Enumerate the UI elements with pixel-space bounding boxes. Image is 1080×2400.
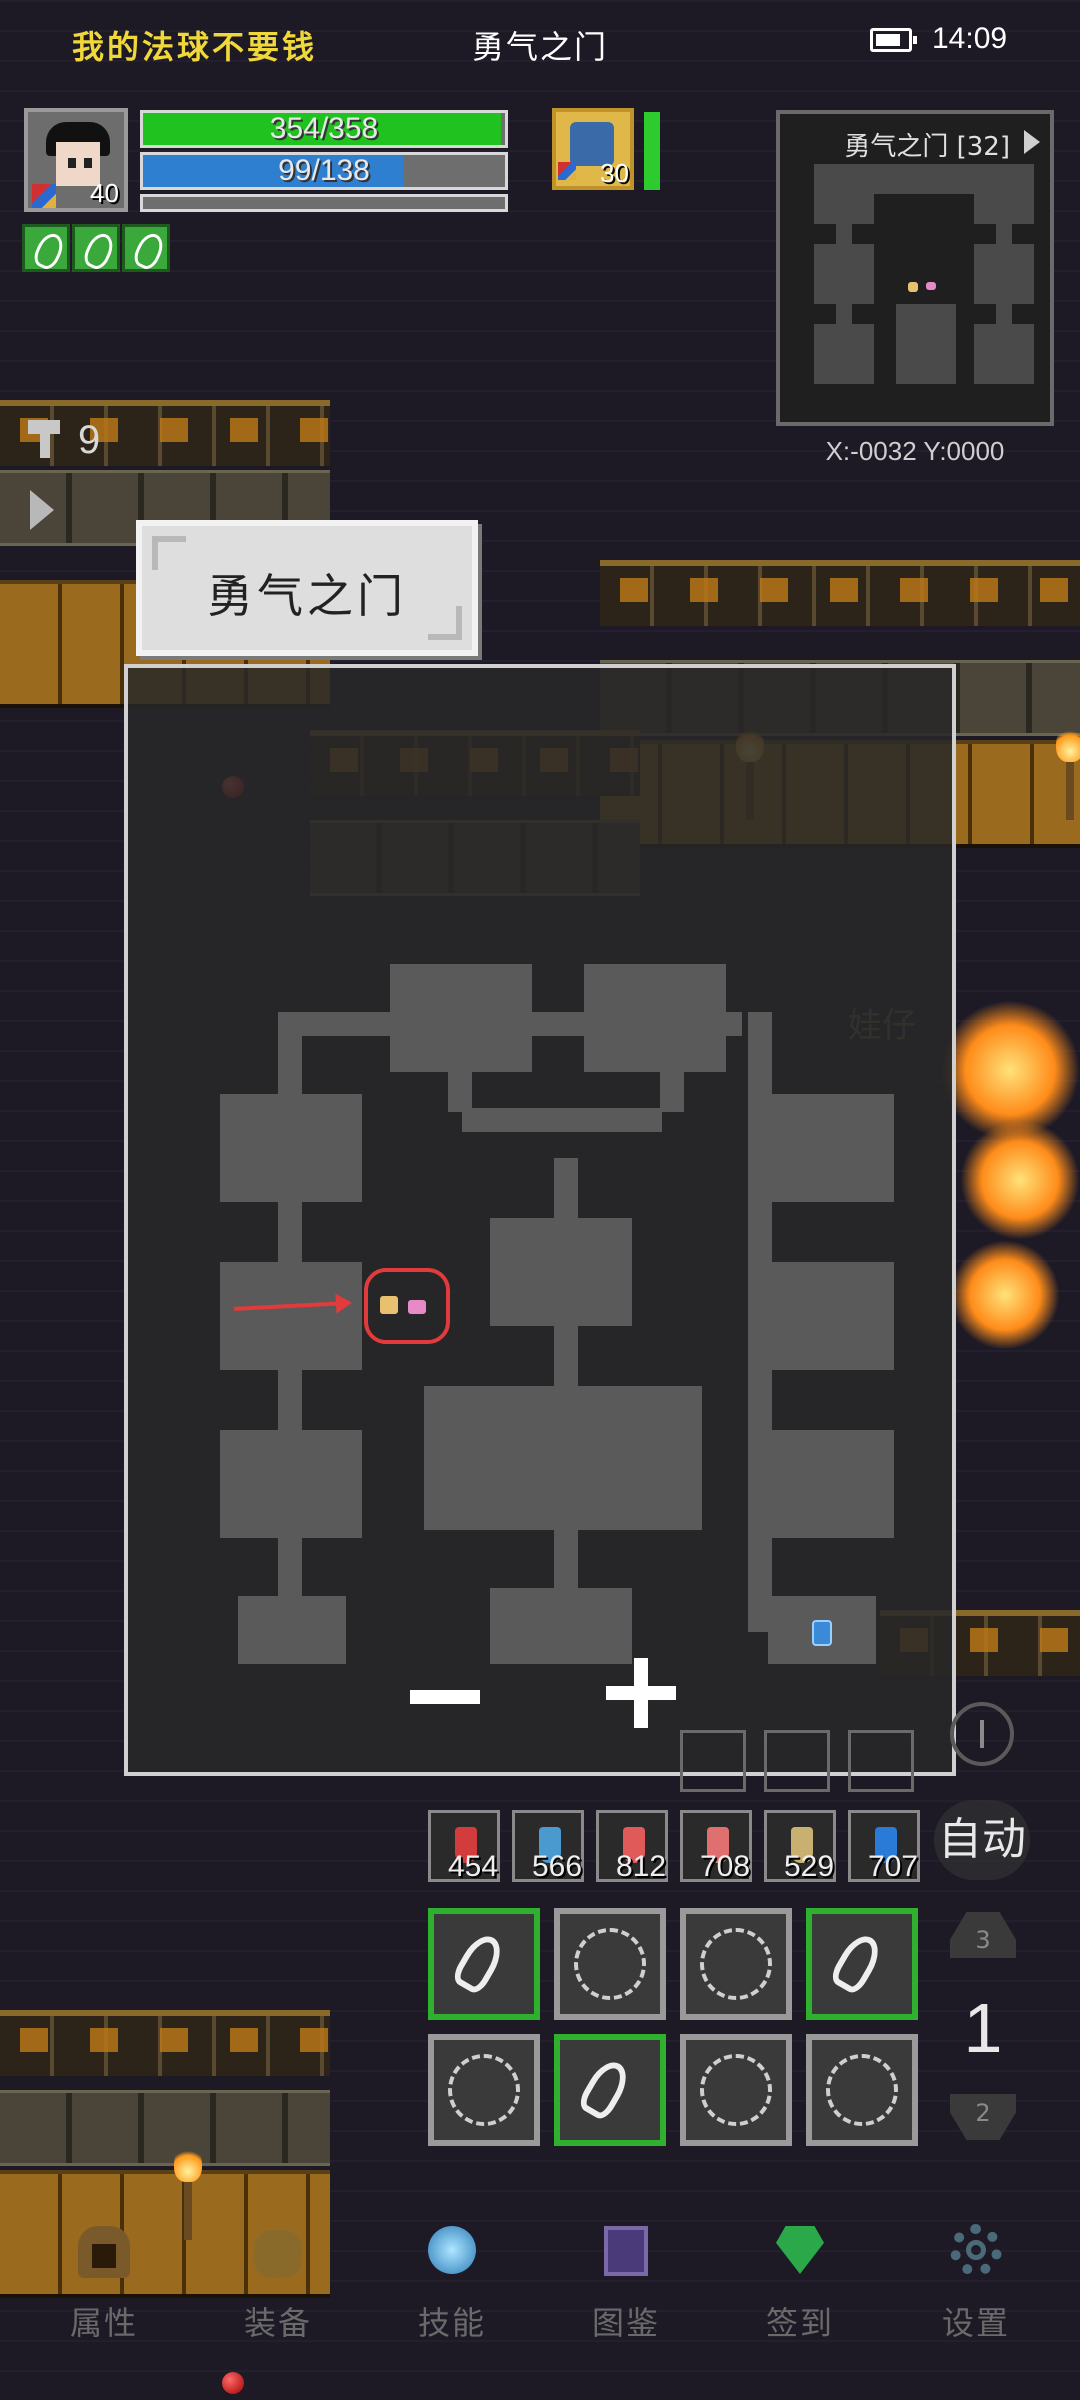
nav-label: 图鉴 [591,2304,660,2342]
nav-attributes[interactable]: 属性 [34,2220,174,2342]
empty-skill-icon [574,1928,646,2000]
minimap-expand-icon[interactable] [1024,130,1040,154]
minimap-title: 勇气之门 [32] [844,132,1010,162]
exp-bar [140,194,508,212]
gear-icon [942,2220,1010,2288]
item-count: 454 [448,1850,499,1883]
wing-slash-icon [575,2055,635,2123]
nav-codex[interactable]: 图鉴 [556,2220,696,2342]
skill-slot-7[interactable] [680,2034,792,2146]
hp-bar: 354/358 [140,110,508,148]
skill-slot-4[interactable] [806,1908,918,2020]
zoom-in-button[interactable] [606,1658,676,1728]
zoom-out-button[interactable] [410,1690,480,1704]
hp-text: 354/358 [269,112,379,145]
empty-quick-slot[interactable] [680,1730,746,1792]
empty-skill-icon [826,2054,898,2126]
skill-slot-1[interactable] [428,1908,540,2020]
empty-quick-slot[interactable] [764,1730,830,1792]
auto-button[interactable]: 自动 [934,1800,1030,1880]
pet-level: 30 [600,158,629,188]
empty-quick-slot[interactable] [848,1730,914,1792]
minimap-player-marker [908,282,918,292]
nav-equipment[interactable]: 装备 [208,2220,348,2342]
emerald-icon [766,2220,834,2288]
location-title: 勇气之门 [471,28,608,66]
skill-slot-8[interactable] [806,2034,918,2146]
empty-skill-icon [448,2054,520,2126]
status-bar: 我的法球不要钱 勇气之门 14:09 [0,0,1080,86]
player-location-highlight [364,1268,450,1344]
nav-label: 签到 [765,2304,834,2342]
pet-portrait[interactable]: 30 [552,108,634,190]
skill-slot-6[interactable] [554,2034,666,2146]
item-count: 529 [784,1850,835,1883]
battery-icon [870,28,917,52]
pet-wand-icon [558,162,576,180]
skill-slot-5[interactable] [428,2034,540,2146]
map-pet-marker [408,1300,426,1314]
portal-icon[interactable] [812,1620,832,1646]
pause-button[interactable] [950,1702,1014,1766]
wing-slash-icon [827,1929,887,1997]
player-level: 40 [90,178,119,208]
empty-skill-icon [700,1928,772,2000]
map-title-box: 勇气之门 [136,520,478,656]
key-count: 9 [78,418,101,462]
skill-slot-3[interactable] [680,1908,792,2020]
current-floor: 1 [963,1989,1003,2067]
crystal-orb-icon [418,2220,486,2288]
item-count: 708 [700,1850,751,1883]
clock: 14:09 [932,22,1008,55]
dungeon-map-panel[interactable] [124,664,956,1776]
nav-checkin[interactable]: 签到 [730,2220,870,2342]
nav-skills[interactable]: 技能 [382,2220,522,2342]
mp-text: 99/138 [278,154,370,187]
wand-icon [32,184,56,208]
leaf-buff-icon[interactable] [72,224,120,272]
side-expand-icon[interactable] [30,490,54,530]
nav-label: 技能 [417,2304,486,2342]
nav-label: 设置 [941,2304,1010,2342]
wing-buff-icon[interactable] [122,224,170,272]
player-portrait[interactable]: 40 [24,108,128,212]
nav-label: 属性 [69,2304,138,2342]
book-icon [592,2220,660,2288]
key-icon [28,420,64,458]
item-count: 812 [616,1850,667,1883]
bag-icon [244,2220,312,2288]
empty-skill-icon [700,2054,772,2126]
nav-label: 装备 [243,2304,312,2342]
minimap[interactable]: 勇气之门 [32] [776,110,1054,426]
minimap-pet-marker [926,282,936,290]
shield-buff-icon[interactable] [22,224,70,272]
map-player-marker [380,1296,398,1314]
skill-slot-2[interactable] [554,1908,666,2020]
map-title: 勇气之门 [207,569,407,623]
mp-bar: 99/138 [140,152,508,190]
coordinates: X:-0032 Y:0000 [825,436,1005,466]
item-count: 566 [532,1850,583,1883]
pet-hp-bar [644,112,660,190]
helmet-icon [70,2220,138,2288]
nav-settings[interactable]: 设置 [906,2220,1046,2342]
leaf-blade-icon [449,1929,509,1997]
item-count: 707 [868,1850,919,1883]
